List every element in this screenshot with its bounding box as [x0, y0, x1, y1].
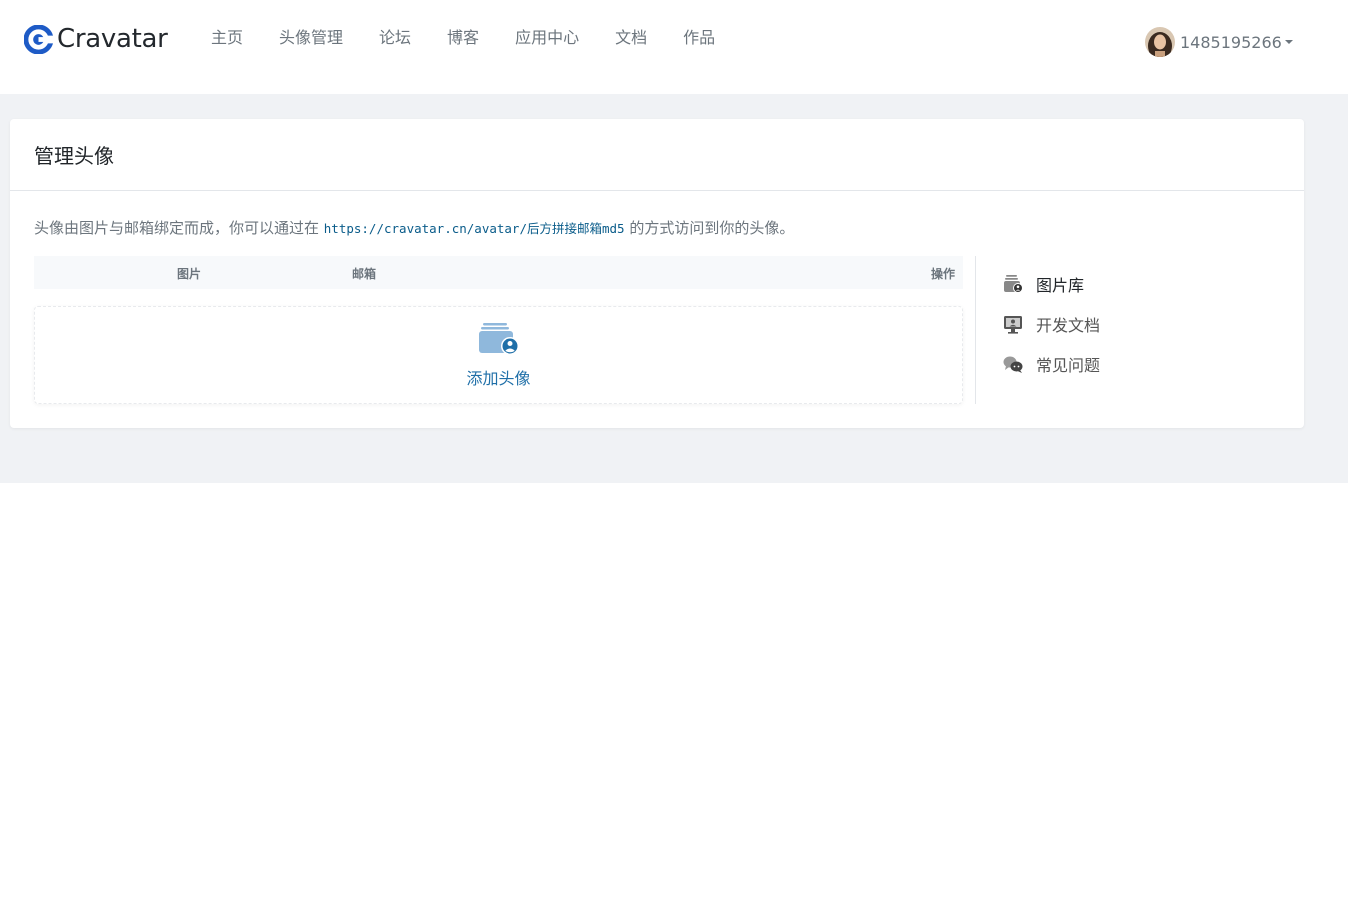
side-link-image-library[interactable]: 图片库 — [1002, 264, 1100, 304]
intro-text-before: 头像由图片与邮箱绑定而成，你可以通过在 — [34, 219, 324, 237]
main-nav: 主页 头像管理 论坛 博客 应用中心 文档 作品 — [193, 27, 733, 49]
side-link-image-library-label: 图片库 — [1036, 276, 1085, 295]
side-link-faq-label: 常见问题 — [1036, 356, 1101, 375]
nav-link-docs[interactable]: 文档 — [597, 27, 665, 49]
column-header-action: 操作 — [931, 267, 956, 281]
main-section: 管理头像 头像由图片与邮箱绑定而成，你可以通过在 https://cravata… — [0, 94, 1348, 483]
intro-text-after: 的方式访问到你的头像。 — [624, 219, 795, 237]
nav-link-app-center[interactable]: 应用中心 — [497, 27, 597, 49]
column-header-image: 图片 — [177, 267, 202, 281]
vertical-divider — [975, 256, 976, 404]
add-avatar-button[interactable]: 添加头像 — [34, 306, 963, 404]
nav-link-forum[interactable]: 论坛 — [361, 27, 429, 49]
image-library-icon — [1004, 275, 1023, 293]
add-avatar-label: 添加头像 — [466, 369, 531, 388]
side-link-faq[interactable]: 常见问题 — [1002, 344, 1100, 384]
card-header: 管理头像 — [10, 119, 1304, 191]
avatar — [1145, 27, 1175, 57]
nav-link-avatar-manage[interactable]: 头像管理 — [261, 27, 361, 49]
dev-docs-icon — [1004, 316, 1022, 334]
column-header-email: 邮箱 — [352, 267, 377, 281]
side-link-dev-docs-label: 开发文档 — [1036, 316, 1101, 335]
avatar-table-header: 图片 邮箱 操作 — [34, 256, 963, 289]
top-navbar: Cravatar 主页 头像管理 论坛 博客 应用中心 文档 作品 148519… — [0, 0, 1348, 94]
nav-link-blog[interactable]: 博客 — [429, 27, 497, 49]
cravatar-logo-icon — [24, 24, 53, 54]
brand-name: Cravatar — [57, 24, 168, 54]
nav-link-works[interactable]: 作品 — [665, 27, 733, 49]
caret-down-icon — [1284, 40, 1293, 44]
page-title: 管理头像 — [34, 144, 114, 168]
user-menu-dropdown[interactable]: 1485195266 — [1145, 27, 1293, 57]
nav-link-home[interactable]: 主页 — [193, 27, 261, 49]
avatar-url-code: https://cravatar.cn/avatar/后方拼接邮箱md5 — [323, 221, 625, 236]
side-links: 图片库 开发文档 常见问题 — [1002, 264, 1100, 384]
brand-logo-link[interactable]: Cravatar — [24, 22, 168, 56]
intro-text: 头像由图片与邮箱绑定而成，你可以通过在 https://cravatar.cn/… — [34, 217, 794, 238]
manage-avatar-card: 管理头像 头像由图片与邮箱绑定而成，你可以通过在 https://cravata… — [10, 119, 1304, 428]
username: 1485195266 — [1180, 32, 1282, 52]
side-link-dev-docs[interactable]: 开发文档 — [1002, 304, 1100, 344]
add-avatar-icon — [479, 323, 519, 355]
faq-icon — [1003, 356, 1023, 373]
